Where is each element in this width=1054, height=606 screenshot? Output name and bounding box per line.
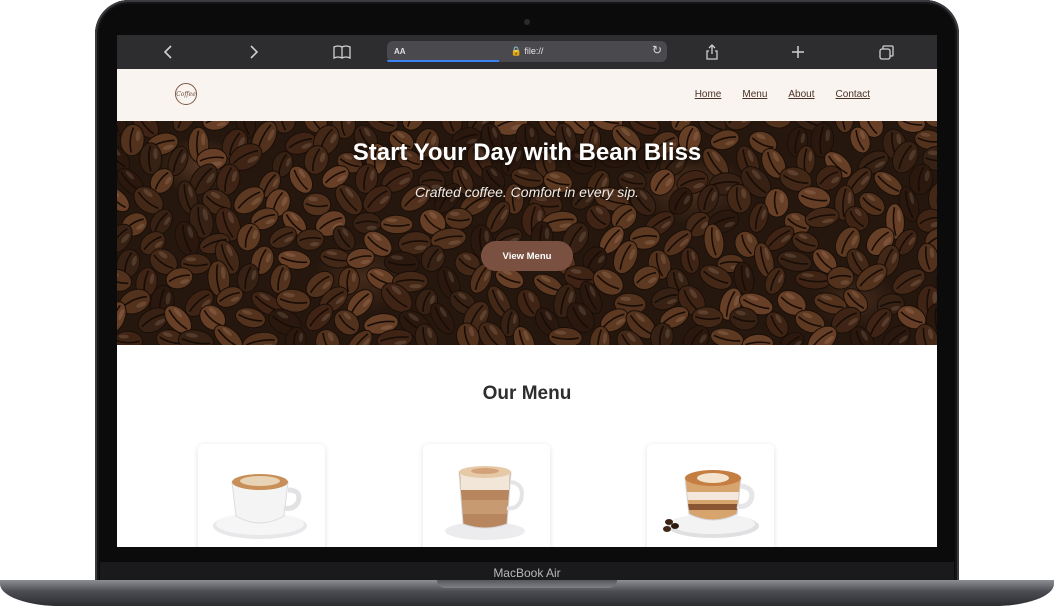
share-icon[interactable] xyxy=(699,35,725,69)
logo-text: Coffee xyxy=(176,90,196,98)
cappuccino-cup-image xyxy=(213,474,307,539)
bookmarks-icon[interactable] xyxy=(329,35,355,69)
menu-card[interactable] xyxy=(423,444,550,547)
nav-about-link[interactable]: About xyxy=(788,89,814,100)
forward-icon[interactable] xyxy=(241,35,267,69)
laptop-notch xyxy=(437,580,617,588)
view-menu-button[interactable]: View Menu xyxy=(481,241,573,271)
hero-banner: Start Your Day with Bean Bliss Crafted c… xyxy=(117,121,937,345)
camera-icon xyxy=(524,19,530,25)
main-nav: Home Menu About Contact xyxy=(695,89,870,100)
address-bar[interactable]: AA 🔒 file:// ↻ xyxy=(387,41,667,62)
nav-home-link[interactable]: Home xyxy=(695,89,722,100)
loading-progress-bar xyxy=(387,60,499,62)
hero-subtitle: Crafted coffee. Comfort in every sip. xyxy=(414,184,640,200)
device-label: MacBook Air xyxy=(493,566,561,580)
latte-art-cup-image xyxy=(663,470,759,538)
tabs-icon[interactable] xyxy=(873,35,899,69)
latte-glass-image xyxy=(445,466,525,540)
menu-section-title: Our Menu xyxy=(482,383,572,404)
url-value: file:// xyxy=(524,46,544,56)
nav-menu-link[interactable]: Menu xyxy=(742,89,767,100)
menu-card[interactable] xyxy=(647,444,774,547)
url-text: 🔒 file:// xyxy=(510,46,544,56)
nav-contact-link[interactable]: Contact xyxy=(836,89,870,100)
screen: AA 🔒 file:// ↻ Coffee Home Menu About Co… xyxy=(117,35,937,547)
reload-icon[interactable]: ↻ xyxy=(652,43,662,57)
menu-card[interactable] xyxy=(198,444,325,547)
browser-toolbar: AA 🔒 file:// ↻ xyxy=(117,35,937,69)
new-tab-icon[interactable] xyxy=(785,35,811,69)
logo[interactable]: Coffee xyxy=(175,83,197,105)
site-header: Coffee Home Menu About Contact xyxy=(117,69,937,121)
hero-title: Start Your Day with Bean Bliss xyxy=(352,139,702,166)
menu-section: Our Menu xyxy=(117,345,937,547)
back-icon[interactable] xyxy=(155,35,181,69)
